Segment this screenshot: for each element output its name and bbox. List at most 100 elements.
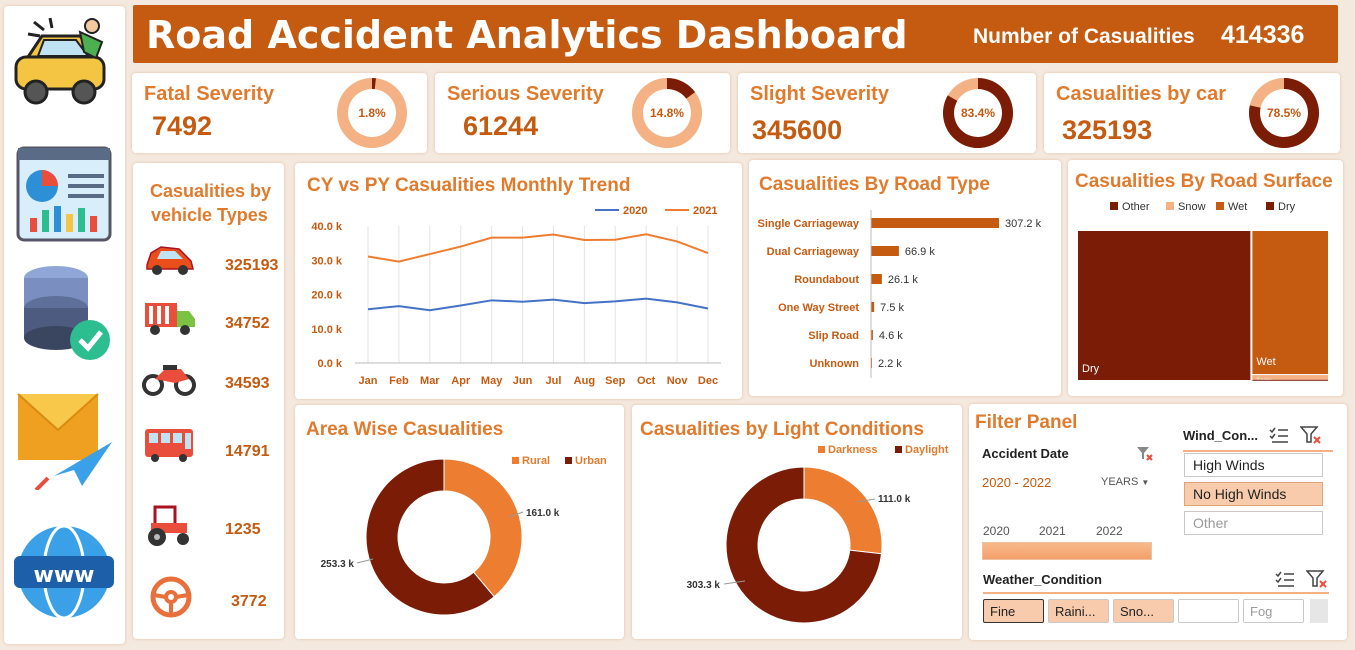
kpi-value: 325193: [1062, 115, 1153, 145]
weather-option-raining[interactable]: Raini...: [1048, 599, 1109, 623]
road-surface-chart[interactable]: Other Snow Wet Dry Dry Wet Snow: [1068, 160, 1343, 396]
treemap-cell-dry: [1078, 231, 1251, 380]
vehicle-row[interactable]: 1235: [141, 503, 281, 553]
category-label: Roundabout: [794, 274, 859, 286]
value-label: 2.2 k: [878, 358, 902, 370]
sidebar: www: [4, 6, 125, 644]
legend-label: Wet: [1228, 201, 1247, 213]
area-chart[interactable]: Rural Urban 161.0 k 253.3 k: [295, 405, 624, 639]
legend-swatch: [512, 457, 519, 464]
category-label: One Way Street: [778, 302, 859, 314]
wind-option-no-high-winds[interactable]: No High Winds: [1184, 482, 1323, 506]
value-label: 7.5 k: [880, 302, 904, 314]
weather-option-snowing[interactable]: Sno...: [1113, 599, 1174, 623]
vehicle-row[interactable]: 325193: [141, 239, 281, 289]
legend-swatch: [1266, 202, 1274, 210]
kpi-percent-label: 14.8%: [650, 106, 684, 120]
x-tick-label: Mar: [420, 375, 440, 387]
vehicle-value: 34593: [225, 375, 270, 392]
kpi-donut: 78.5%: [1249, 78, 1320, 148]
x-tick-label: Sep: [605, 375, 625, 387]
category-label: Dual Carriageway: [767, 246, 860, 258]
kpi-card-car[interactable]: Casualities by car 325193 78.5%: [1044, 73, 1340, 153]
wind-filter-label: Wind_Con...: [1183, 428, 1258, 443]
x-tick-label: May: [481, 375, 503, 387]
y-tick-label: 30.0 k: [311, 255, 342, 267]
email-send-icon[interactable]: [14, 390, 114, 490]
kpi-title: Casualities by car: [1056, 83, 1227, 105]
y-tick-label: 20.0 k: [311, 290, 342, 302]
x-tick-label: Dec: [698, 375, 718, 387]
clear-filter-icon[interactable]: [1306, 570, 1328, 588]
legend-swatch: [1216, 202, 1224, 210]
monthly-trend-chart[interactable]: Jan Feb Mar Apr May Jun Jul Aug Sep Oct Nov Dec 0.0 …: [295, 163, 742, 399]
x-tick-label: Jan: [359, 375, 378, 387]
legend-swatch: [1166, 202, 1174, 210]
timeline-year: 2020: [983, 524, 1010, 538]
kpi-donut: 83.4%: [943, 78, 1014, 148]
kpi-donut: 1.8%: [337, 78, 408, 148]
legend-label: Urban: [575, 455, 607, 467]
weather-option-blank[interactable]: [1178, 599, 1239, 623]
legend-label: Other: [1122, 201, 1150, 213]
x-tick-label: Jun: [513, 375, 533, 387]
weather-option-fine[interactable]: Fine: [983, 599, 1044, 623]
period-label: YEARS: [1101, 476, 1139, 488]
vehicle-row[interactable]: 34593: [141, 357, 281, 407]
kpi-title: Fatal Severity: [144, 83, 275, 105]
value-label: 66.9 k: [905, 246, 935, 258]
car-accident-icon[interactable]: [14, 12, 114, 112]
treemap-label: Snow: [1256, 378, 1272, 384]
www-globe-icon[interactable]: www: [14, 522, 114, 622]
category-label: Unknown: [810, 358, 860, 370]
timeline-bar[interactable]: [982, 542, 1152, 560]
y-tick-label: 10.0 k: [311, 324, 342, 336]
treemap-cell-other: [1252, 379, 1328, 381]
clear-filter-icon[interactable]: [1136, 446, 1154, 462]
multi-select-icon[interactable]: [1268, 426, 1290, 444]
kpi-percent-label: 1.8%: [358, 106, 386, 120]
value-label: 307.2 k: [1005, 218, 1042, 230]
kpi-value: 345600: [752, 115, 843, 145]
bar: [871, 246, 899, 256]
kpi-card-serious[interactable]: Serious Severity 61244 14.8%: [435, 73, 730, 153]
vehicle-row[interactable]: 34752: [141, 297, 281, 347]
bar: [871, 218, 999, 228]
vehicle-row[interactable]: 3772: [141, 575, 281, 625]
wind-option-high-winds[interactable]: High Winds: [1184, 453, 1323, 477]
bus-icon: [145, 429, 193, 462]
treemap-cell-wet: [1252, 231, 1328, 375]
wind-option-other[interactable]: Other: [1184, 511, 1323, 535]
kpi-percent-label: 83.4%: [961, 106, 995, 120]
bar: [871, 274, 882, 284]
kpi-card-slight[interactable]: Slight Severity 345600 83.4%: [738, 73, 1036, 153]
road-surface-card: Casualities By Road Surface Other Snow Wet…: [1068, 160, 1343, 396]
period-dropdown[interactable]: YEARS ▼: [1101, 476, 1149, 488]
legend-label: 2020: [623, 205, 647, 217]
multi-select-icon[interactable]: [1274, 570, 1296, 588]
vehicle-title-line1: Casualities by: [150, 181, 272, 201]
kpi-card-fatal[interactable]: Fatal Severity 7492 1.8%: [132, 73, 427, 153]
database-check-icon[interactable]: [14, 264, 114, 364]
date-range-label: 2020 - 2022: [982, 475, 1052, 490]
light-chart[interactable]: Darkness Daylight 111.0 k 303.3 k: [632, 405, 962, 639]
series-line: [367, 233, 709, 263]
weather-option-fog[interactable]: Fog: [1243, 599, 1304, 623]
x-tick-label: Feb: [389, 375, 409, 387]
value-label: 303.3 k: [687, 580, 721, 591]
slicer-scrollbar[interactable]: [1310, 599, 1328, 623]
vehicle-value: 34752: [225, 315, 270, 332]
road-type-chart[interactable]: Single Carriageway 307.2 k Dual Carriagewa…: [749, 160, 1061, 396]
y-tick-label: 0.0 k: [318, 358, 343, 370]
vehicle-row[interactable]: 14791: [141, 425, 281, 475]
value-label: 161.0 k: [526, 508, 560, 519]
clear-filter-icon[interactable]: [1300, 426, 1322, 444]
legend-label: 2021: [693, 205, 717, 217]
vehicle-types-title: Casualities by vehicle Types: [150, 179, 271, 227]
legend-swatch: [1110, 202, 1118, 210]
series-line: [367, 297, 709, 312]
value-label: 111.0 k: [878, 494, 911, 505]
divider: [1183, 450, 1333, 452]
dashboard-chart-icon[interactable]: [14, 144, 114, 244]
category-label: Slip Road: [808, 330, 859, 342]
